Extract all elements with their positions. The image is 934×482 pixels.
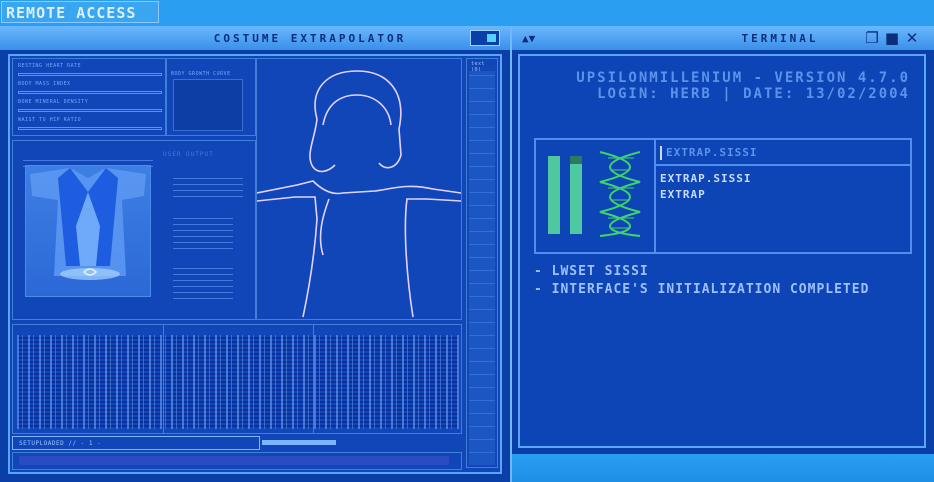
stat-bar [18,73,162,76]
level-bar [570,156,582,234]
terminal-message: - LWSET SISSI [534,264,649,279]
command-output-line: EXTRAP.SISSI [660,172,752,185]
side-strip: text (0) [466,58,498,468]
stat-label: RESTING HEART RATE [18,63,82,69]
text-lines [173,263,233,299]
remote-access-button[interactable]: REMOTE ACCESS [1,1,159,23]
restore-icon[interactable]: ❐ [864,30,880,46]
growth-curve-panel: BODY GROWTH CURVE [166,58,256,136]
text-lines [173,177,243,197]
level-bar-cap [570,156,582,164]
footer-bar-fill [19,456,449,465]
window-toggle-button[interactable] [470,30,500,46]
body-silhouette-drawing [256,70,462,318]
user-output-panel: USER OUTPUT [12,140,256,320]
stat-bar [18,109,162,112]
maximize-icon[interactable]: ■ [884,30,900,46]
terminal-message: - INTERFACE'S INITIALIZATION COMPLETED [534,282,870,297]
data-stream [17,335,459,429]
footer-progress [262,440,336,445]
command-input-value: EXTRAP.SISSI [666,146,758,159]
stat-bar [18,91,162,94]
costume-image [30,168,146,280]
divider [163,325,164,433]
footer-label-box: SETUPLOADED // - 1 - [12,436,260,450]
divider [313,325,314,433]
growth-curve-graph [173,79,243,131]
command-input[interactable]: EXTRAP.SISSI [656,140,910,166]
up-down-arrows-icon[interactable]: ▲▼ [522,30,544,48]
command-box: EXTRAP.SISSI EXTRAP.SISSI EXTRAP [534,138,912,254]
user-output-label: USER OUTPUT [163,151,214,158]
side-strip-cells [469,71,495,465]
command-output-line: EXTRAP [660,188,706,201]
stat-label: WAIST TO HIP RATIO [18,117,82,123]
version-text: UPSILONMILLENIUM - VERSION 4.7.0 [576,70,910,86]
bottom-bar [512,454,934,482]
silhouette-panel [256,58,462,320]
text-lines [173,217,233,249]
data-stream-panel [12,324,462,434]
window-title: COSTUME EXTRAPOLATOR [213,32,407,45]
growth-curve-label: BODY GROWTH CURVE [171,71,231,77]
dna-icon [599,151,641,237]
stat-bar [18,127,162,130]
footer-bar [12,452,462,470]
stats-panel: RESTING HEART RATE BODY MASS INDEX BONE … [12,58,166,136]
text-cursor [660,146,662,160]
close-icon[interactable]: ✕ [904,30,920,46]
footer-label: SETUPLOADED // - 1 - [19,440,102,447]
costume-preview [25,165,151,297]
login-text: LOGIN: HERB | DATE: 13/02/2004 [597,86,910,102]
stat-label: BODY MASS INDEX [18,81,71,87]
terminal-frame: UPSILONMILLENIUM - VERSION 4.7.0 LOGIN: … [518,54,926,448]
level-bar [548,156,560,234]
extrapolator-frame: RESTING HEART RATE BODY MASS INDEX BONE … [8,54,502,474]
stat-label: BONE MINERAL DENSITY [18,99,89,105]
terminal-title: TERMINAL [741,32,819,45]
